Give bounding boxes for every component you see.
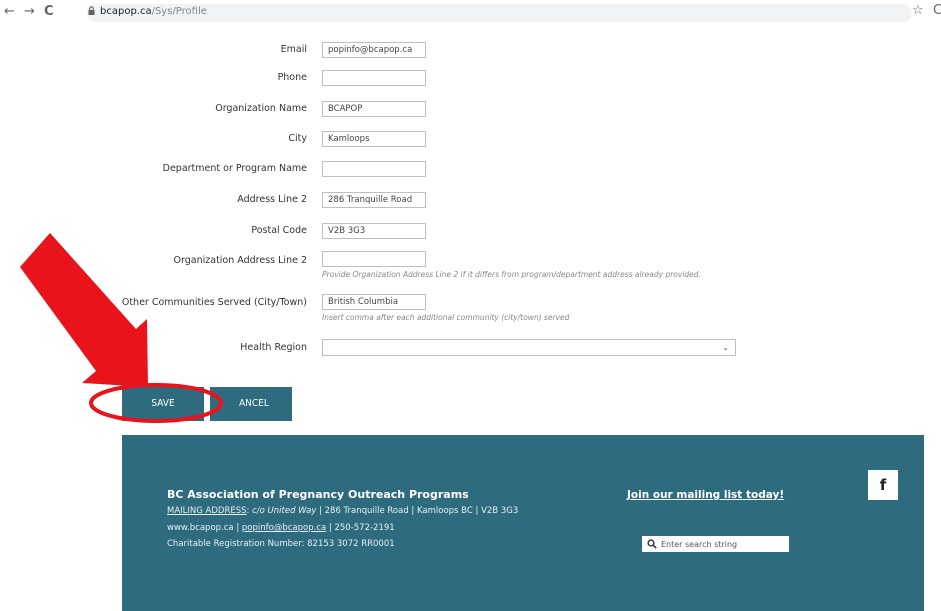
health-region-select[interactable]: ⌄ xyxy=(322,339,736,356)
mailing-list-link[interactable]: Join our mailing list today! xyxy=(627,488,784,502)
red-arrow-icon xyxy=(20,233,148,387)
organization-address-line-2-field[interactable] xyxy=(322,251,426,267)
footer-org-name: BC Association of Pregnancy Outreach Pro… xyxy=(167,488,469,501)
footer-email-link[interactable]: popinfo@bcapop.ca xyxy=(242,523,326,533)
address-line-2-field[interactable]: 286 Tranquille Road xyxy=(322,192,426,208)
care-of: c/o United Way xyxy=(249,506,317,516)
footer-website-link[interactable]: www.bcapop.ca | xyxy=(167,523,242,533)
footer-search-box[interactable] xyxy=(642,536,789,552)
email-label: Email xyxy=(280,44,307,55)
city-field[interactable]: Kamloops xyxy=(322,131,426,147)
facebook-icon[interactable]: f xyxy=(868,470,898,500)
footer-contact: www.bcapop.ca | popinfo@bcapop.ca | 250-… xyxy=(167,523,395,534)
back-arrow-icon[interactable]: ← xyxy=(4,5,15,19)
url-path: /Sys/Profile xyxy=(151,6,207,17)
profile-icon[interactable]: C xyxy=(933,4,941,18)
chevron-down-icon: ⌄ xyxy=(722,343,729,352)
footer-charity-number: Charitable Registration Number: 82153 30… xyxy=(167,539,395,549)
organization-name-label: Organization Name xyxy=(215,103,307,114)
department-field[interactable] xyxy=(322,161,426,177)
postal-code-field[interactable]: V2B 3G3 xyxy=(322,223,426,239)
organization-address-help: Provide Organization Address Line 2 if i… xyxy=(322,270,701,279)
phone-field[interactable] xyxy=(322,70,426,86)
email-field[interactable]: popinfo@bcapop.ca xyxy=(322,42,426,58)
bookmark-star-icon[interactable]: ☆ xyxy=(912,4,924,18)
organization-name-field[interactable]: BCAPOP xyxy=(322,101,426,117)
address-rest: | 286 Tranquille Road | Kamloops BC | V2… xyxy=(316,506,519,516)
search-icon xyxy=(647,539,657,549)
reload-icon[interactable]: C xyxy=(44,5,54,19)
address-bar[interactable] xyxy=(87,4,912,22)
lock-icon xyxy=(88,6,95,15)
forward-arrow-icon[interactable]: → xyxy=(24,5,35,19)
mailing-address-label: MAILING ADDRESS xyxy=(167,506,247,516)
search-input[interactable] xyxy=(661,536,786,552)
red-arrow-annotation xyxy=(20,233,223,423)
other-communities-help: Insert comma after each additional commu… xyxy=(322,313,570,322)
address-line-2-label: Address Line 2 xyxy=(237,194,307,205)
browser-toolbar: ← → C bcapop.ca/Sys/Profile ☆ C xyxy=(0,0,941,26)
footer-mailing-address: MAILING ADDRESS: c/o United Way | 286 Tr… xyxy=(167,506,518,517)
phone-label: Phone xyxy=(277,72,307,83)
url-host: bcapop.ca xyxy=(100,6,152,17)
other-communities-field[interactable]: British Columbia xyxy=(322,294,426,310)
red-ellipse-annotation xyxy=(89,383,223,423)
address-bar-url[interactable]: bcapop.ca/Sys/Profile xyxy=(100,5,207,19)
footer-phone: | 250-572-2191 xyxy=(326,523,395,533)
city-label: City xyxy=(288,133,307,144)
department-label: Department or Program Name xyxy=(162,163,307,174)
site-footer: BC Association of Pregnancy Outreach Pro… xyxy=(122,435,924,611)
